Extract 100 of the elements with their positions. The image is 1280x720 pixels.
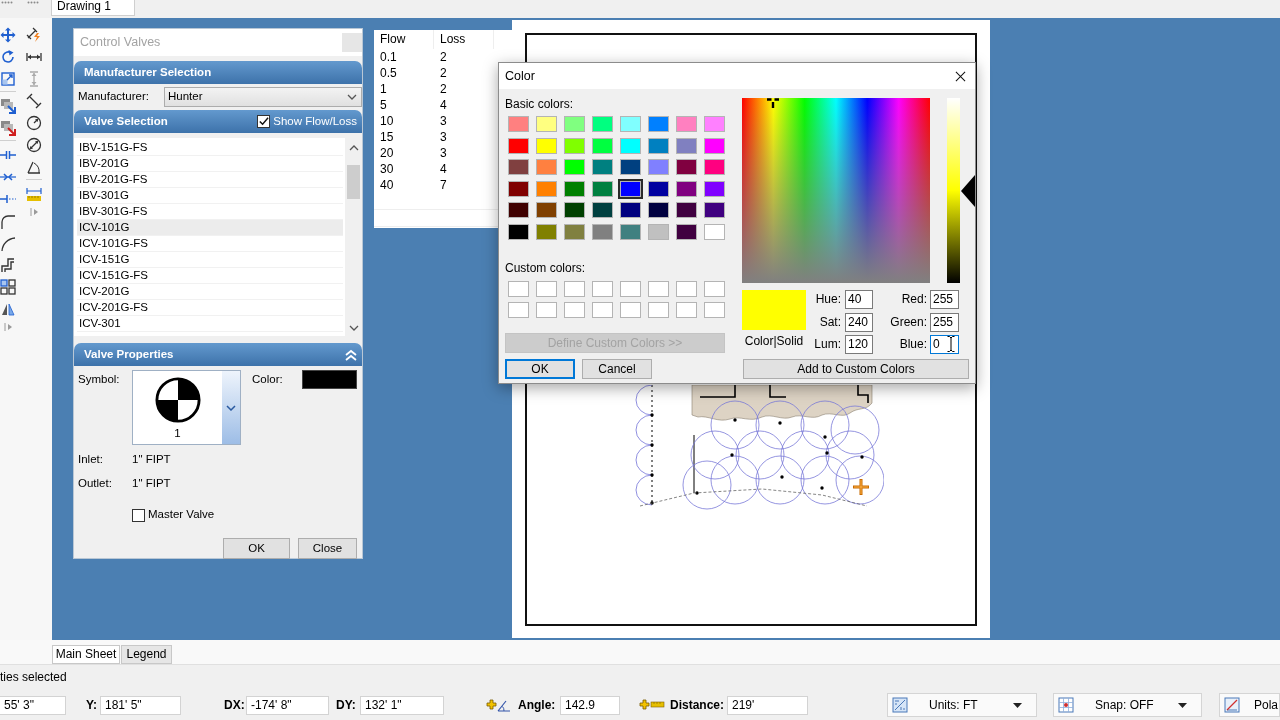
color-swatch[interactable] <box>562 135 587 156</box>
color-swatch[interactable] <box>646 221 671 242</box>
expand-chevron-icon[interactable] <box>30 208 38 216</box>
offset-lines-icon[interactable] <box>0 257 16 273</box>
color-swatch[interactable] <box>562 114 587 134</box>
double-chevron-up-icon[interactable] <box>345 348 357 361</box>
custom-color-swatch[interactable] <box>646 299 671 320</box>
color-swatch[interactable] <box>534 114 559 134</box>
input-field[interactable]: 120 <box>845 335 873 354</box>
input-field[interactable]: 255 <box>930 312 959 332</box>
input-field[interactable]: 181' 5" <box>100 695 181 715</box>
input-field[interactable]: -174' 8" <box>246 695 329 715</box>
color-swatch[interactable] <box>674 135 699 156</box>
custom-color-swatch[interactable] <box>534 278 559 299</box>
input-field[interactable]: 142.9 <box>560 695 620 715</box>
chevron-up-icon[interactable] <box>348 145 359 151</box>
input-field[interactable]: 40 <box>845 290 873 309</box>
diagonal-dimension-icon[interactable] <box>26 93 42 109</box>
list-item[interactable]: IBV-151G-FS <box>77 140 343 156</box>
input-field[interactable]: 132' 1" <box>360 695 444 715</box>
input-field[interactable]: 255 <box>930 290 959 309</box>
color-swatch[interactable] <box>506 157 531 178</box>
chevron-down-icon[interactable] <box>348 325 359 331</box>
custom-color-swatch[interactable] <box>562 299 587 320</box>
custom-color-swatch[interactable] <box>590 299 615 320</box>
list-item[interactable]: ICV-201G <box>77 284 343 300</box>
ok-button[interactable]: OK <box>223 538 290 559</box>
list-item[interactable]: IBV-301G <box>77 188 343 204</box>
luminance-slider[interactable] <box>947 98 975 283</box>
list-item[interactable]: ICV-201G-FS <box>77 300 343 316</box>
color-swatch[interactable] <box>534 135 559 156</box>
custom-color-swatch[interactable] <box>674 278 699 299</box>
color-swatch[interactable] <box>534 200 559 221</box>
color-swatch[interactable] <box>534 221 559 242</box>
list-item[interactable]: ICV-101G-FS <box>77 236 343 252</box>
ruler-icon[interactable] <box>26 186 42 202</box>
color-swatch[interactable] <box>674 114 699 134</box>
color-swatch[interactable] <box>646 114 671 134</box>
color-swatch[interactable] <box>618 157 643 178</box>
checkbox-label[interactable]: Show Flow/Loss <box>273 114 357 129</box>
custom-color-swatch[interactable] <box>590 278 615 299</box>
expand-chevron-icon[interactable] <box>3 323 12 331</box>
list-item[interactable]: IBV-201G <box>77 156 343 172</box>
custom-color-swatch[interactable] <box>506 299 531 320</box>
color-swatch[interactable] <box>674 157 699 178</box>
input-field[interactable]: 219' <box>727 695 808 715</box>
list-item[interactable]: ICV-151G-FS <box>77 268 343 284</box>
close-button[interactable]: Close <box>298 538 357 559</box>
color-swatch[interactable] <box>534 157 559 178</box>
custom-color-swatch[interactable] <box>618 299 643 320</box>
move-icon[interactable] <box>0 27 16 43</box>
color-swatch[interactable] <box>702 178 727 199</box>
select-arrow-icon[interactable] <box>0 98 16 114</box>
color-swatch[interactable] <box>590 221 615 242</box>
color-swatch[interactable] <box>702 221 727 242</box>
toolbar-button[interactable]: Pola <box>1219 693 1280 717</box>
list-item[interactable]: ICV-151G <box>77 252 343 268</box>
list-item[interactable]: ICV-101G <box>77 220 343 236</box>
color-spectrum[interactable] <box>742 98 930 283</box>
color-swatch[interactable] <box>674 200 699 221</box>
color-swatch[interactable] <box>562 157 587 178</box>
color-swatch[interactable] <box>702 157 727 178</box>
scale-icon[interactable] <box>0 71 16 87</box>
input-field[interactable]: 240 <box>845 312 873 332</box>
cancel-button[interactable]: Cancel <box>582 358 652 379</box>
color-swatch[interactable] <box>618 200 643 221</box>
custom-color-swatch[interactable] <box>674 299 699 320</box>
color-swatch[interactable] <box>646 157 671 178</box>
custom-color-swatch[interactable] <box>702 278 727 299</box>
color-swatch[interactable] <box>702 114 727 134</box>
slider-arrow-icon[interactable] <box>961 174 975 207</box>
color-swatch[interactable] <box>506 178 531 199</box>
color-swatch[interactable] <box>302 370 357 389</box>
mirror-icon[interactable] <box>0 301 16 317</box>
angle-plus-icon[interactable] <box>484 697 512 713</box>
color-swatch[interactable] <box>590 135 615 156</box>
fillet-icon[interactable] <box>0 213 16 229</box>
color-swatch[interactable] <box>646 135 671 156</box>
color-swatch[interactable] <box>590 200 615 221</box>
aligned-dimension-icon[interactable] <box>26 27 42 43</box>
color-swatch[interactable] <box>506 200 531 221</box>
custom-color-swatch[interactable] <box>534 299 559 320</box>
manufacturer-dropdown[interactable]: Hunter <box>164 87 362 107</box>
color-swatch[interactable] <box>506 135 531 156</box>
color-swatch[interactable] <box>646 178 671 199</box>
custom-color-swatch[interactable] <box>702 299 727 320</box>
angle-dimension-icon[interactable] <box>26 159 42 175</box>
input-field[interactable]: 55' 3" <box>0 695 66 715</box>
custom-color-swatch[interactable] <box>618 278 643 299</box>
color-swatch[interactable] <box>618 114 643 134</box>
arc-icon[interactable] <box>0 235 16 251</box>
color-swatch[interactable] <box>562 200 587 221</box>
checkbox[interactable] <box>257 115 271 128</box>
color-swatch[interactable] <box>562 221 587 242</box>
color-swatch[interactable] <box>702 200 727 221</box>
deselect-arrow-icon[interactable] <box>0 120 16 136</box>
scrollbar-thumb[interactable] <box>347 165 360 199</box>
ok-button[interactable]: OK <box>505 358 575 379</box>
color-swatch[interactable] <box>674 178 699 199</box>
symbol-picker[interactable]: 1 <box>132 370 241 445</box>
